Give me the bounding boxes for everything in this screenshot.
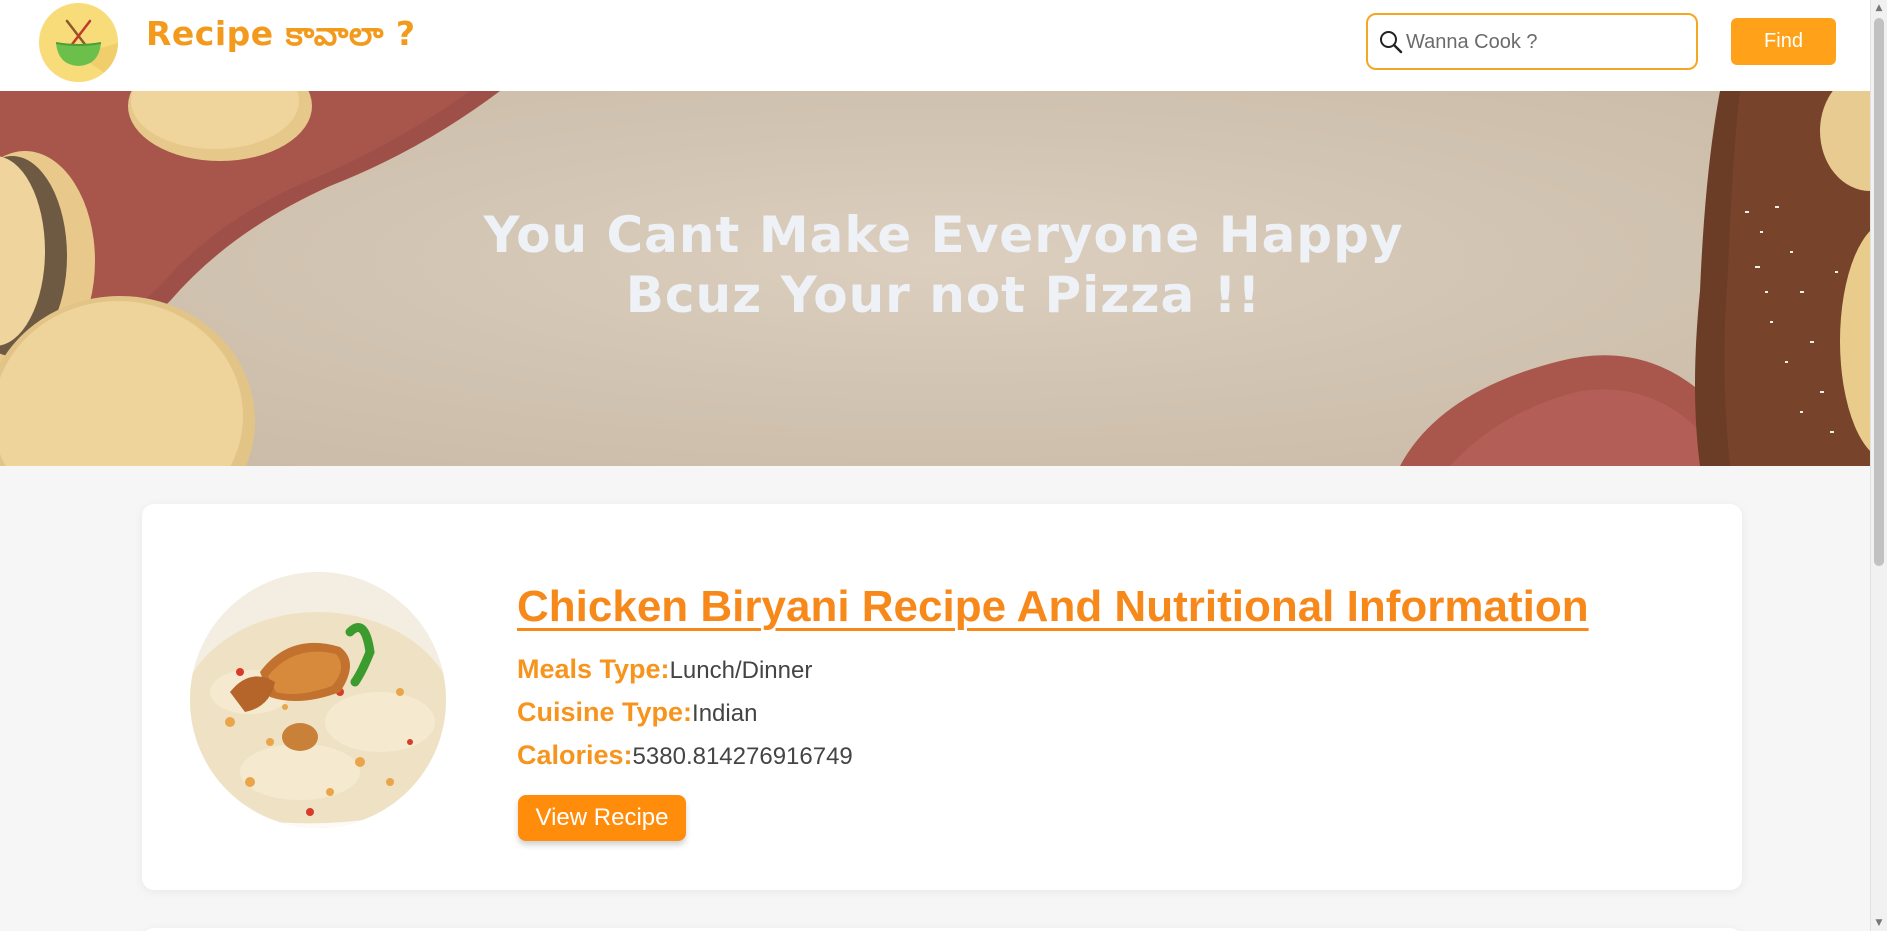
hero-banner: You Cant Make Everyone Happy Bcuz Your n… [0,91,1887,466]
page: Recipe కావాలా ? Find [0,0,1887,931]
search-input[interactable] [1406,25,1686,59]
brand-title: Recipe కావాలా ? [146,14,416,53]
meals-type-label: Meals Type: [517,654,670,684]
cuisine-type-label: Cuisine Type: [517,697,693,727]
meals-type-value: Lunch/Dinner [669,657,813,684]
meals-type-row: Meals Type:Lunch/Dinner [517,654,812,685]
scrollbar-thumb[interactable] [1874,18,1884,566]
calories-value: 5380.814276916749 [632,743,853,770]
cuisine-type-value: Indian [692,700,758,727]
scroll-down-icon[interactable]: ▼ [1871,915,1887,931]
recipe-title-link[interactable]: Chicken Biryani Recipe And Nutritional I… [517,582,1589,632]
hero-line-1: You Cant Make Everyone Happy [483,206,1404,264]
recipe-card: Chicken Biryani Recipe And Nutritional I… [142,504,1742,890]
search-icon [1380,31,1403,54]
hero-line-2: Bcuz Your not Pizza !! [625,266,1262,324]
recipe-list: Chicken Biryani Recipe And Nutritional I… [0,466,1887,931]
navbar: Recipe కావాలా ? Find [0,0,1887,91]
page-scrollbar[interactable]: ▲ ▼ [1870,0,1887,931]
search-box[interactable] [1366,13,1698,70]
recipe-image [190,572,446,828]
bowl-chopsticks-icon[interactable] [39,3,118,82]
hero-slogan: You Cant Make Everyone Happy Bcuz Your n… [0,205,1887,325]
calories-row: Calories:5380.814276916749 [517,740,853,771]
find-button[interactable]: Find [1731,18,1836,65]
cuisine-type-row: Cuisine Type:Indian [517,697,757,728]
view-recipe-button[interactable]: View Recipe [518,795,686,841]
calories-label: Calories: [517,740,633,770]
scroll-up-icon[interactable]: ▲ [1871,0,1887,16]
